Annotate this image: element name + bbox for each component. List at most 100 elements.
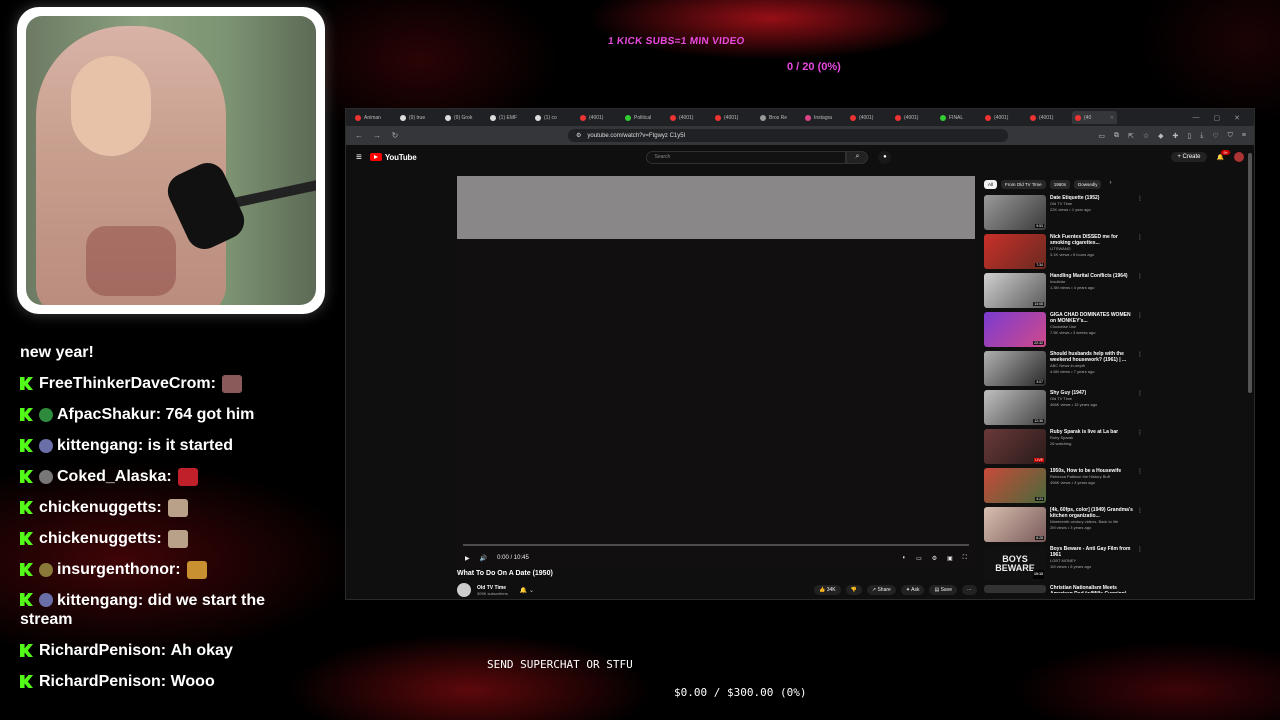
browser-tab[interactable]: (1) co [532,111,577,124]
video-thumbnail[interactable]: LIVE [984,429,1046,464]
sidebar-icon[interactable]: ▯ [1187,132,1191,140]
youtube-logo-icon[interactable] [369,153,382,161]
chip-from-channel[interactable]: From Old TV Time [1001,180,1046,189]
search-button[interactable]: ⌕ [846,150,869,164]
recommended-video[interactable]: 9:53 Date Etiquette (1952) Old TV Time 22K… [984,195,1144,234]
more-options-icon[interactable]: ⋮ [1137,429,1143,468]
miniplayer-icon[interactable]: ▣ [947,555,953,562]
ask-button[interactable]: ✦ Ask [900,585,925,595]
browser-tab[interactable]: (4001) [577,111,622,124]
recommended-video[interactable]: 7:34 Nick Fuentes DISSED me for smoking … [984,234,1144,273]
browser-tab[interactable]: (4001) [892,111,937,124]
save-button[interactable]: ▤ Save [929,585,957,595]
more-options-icon[interactable]: ⋮ [1137,351,1143,390]
maximize-icon[interactable]: ▢ [1214,114,1221,122]
subtitles-icon[interactable]: ▭ [916,555,922,562]
channel-avatar[interactable] [457,583,471,597]
subscription-bell-icon[interactable]: 🔔 ⌄ [520,587,534,594]
menu-icon[interactable]: ≡ [1242,132,1246,140]
browser-tab[interactable]: (4001) [982,111,1027,124]
more-options-icon[interactable]: ⋮ [1137,507,1143,546]
fullscreen-icon[interactable]: ⛶ [963,555,967,562]
more-options-icon[interactable]: ⋮ [1137,390,1143,429]
rec-title[interactable]: Nick Fuentes DISSED me for smoking cigar… [1050,234,1135,246]
voice-search-button[interactable]: ● [878,150,892,164]
reload-icon[interactable]: ↻ [390,131,400,140]
like-button[interactable]: 👍 34K [814,585,841,595]
forward-icon[interactable]: → [372,131,382,140]
create-button[interactable]: + Create [1171,152,1207,162]
recommended-video[interactable]: 22:32 GIGA CHAD DOMINATES WOMEN on MONKE… [984,312,1144,351]
browser-tab[interactable]: (9) true [397,111,442,124]
back-icon[interactable]: ← [354,131,364,140]
browser-tab[interactable]: (4001) [847,111,892,124]
close-window-icon[interactable]: ✕ [1234,114,1240,122]
more-options-icon[interactable]: ⋮ [1137,468,1143,507]
video-progress-bar[interactable] [463,544,969,546]
more-options-icon[interactable]: ⋮ [1137,546,1143,585]
video-thumbnail[interactable]: 4:24 [984,468,1046,503]
page-info-icon[interactable]: ⚙ [576,132,581,139]
video-thumbnail[interactable]: 6:28 [984,507,1046,542]
browser-tab[interactable]: (4001) [1027,111,1072,124]
browser-tab[interactable]: Instagra [802,111,847,124]
recommended-video[interactable]: BOYS BEWARE 10:13 Boys Beware - Anti Gay F… [984,546,1144,585]
recommended-video[interactable]: 12:36 Shy Guy (1947) Old TV Time 466K view… [984,390,1144,429]
browser-tab[interactable]: Bros Re [757,111,802,124]
page-scrollbar[interactable] [1248,153,1252,393]
recommended-video[interactable]: 4:24 1950s, How to be a Housewife Rebecca… [984,468,1144,507]
bookmark-icon[interactable]: ☆ [1143,132,1149,140]
settings-gear-icon[interactable]: ⚙ [932,555,937,562]
cast-icon[interactable]: ▭ [1098,132,1105,140]
browser-tab[interactable]: Political [622,111,667,124]
shield-icon[interactable]: ⛉ [1228,132,1233,140]
recommended-video[interactable]: Christian Nationalism Meets American Dad… [984,585,1144,593]
more-options-icon[interactable]: ⋮ [1137,234,1143,273]
extension-icon[interactable]: ◆ [1158,132,1163,140]
browser-tab[interactable]: (4001) [712,111,757,124]
rec-title[interactable]: [4k, 60fps, color] (1949) Grandma's kitc… [1050,507,1135,519]
chip-dowsedly[interactable]: Dowsedly [1073,180,1102,189]
browser-tab[interactable]: (9) Grok [442,111,487,124]
rec-title[interactable]: Should husbands help with the weekend ho… [1050,351,1135,363]
browser-tab-active[interactable]: (40 ✕ [1072,111,1117,124]
recommended-video[interactable]: 3:07 Should husbands help with the weeke… [984,351,1144,390]
volume-icon[interactable]: 🔊 [480,555,487,562]
chip-all[interactable]: All [984,180,998,189]
recommended-video[interactable]: 14:08 Handling Marital Conflicts (1964) I… [984,273,1144,312]
tab-close-icon[interactable]: ✕ [1110,115,1114,121]
recommended-video[interactable]: 6:28 [4k, 60fps, color] (1949) Grandma's… [984,507,1144,546]
chevron-right-icon[interactable]: › [1109,180,1111,189]
hamburger-menu-icon[interactable]: ≡ [356,152,362,163]
open-app-icon[interactable]: ⧉ [1114,132,1119,140]
channel-name[interactable]: Old TV Time [477,585,508,591]
browser-tab[interactable]: FINAL [937,111,982,124]
video-thumbnail[interactable]: 12:36 [984,390,1046,425]
video-thumbnail[interactable]: 9:53 [984,195,1046,230]
dislike-button[interactable]: 👎 [845,585,862,595]
video-thumbnail[interactable] [984,585,1046,593]
account-avatar[interactable] [1234,152,1244,162]
video-thumbnail[interactable]: 14:08 [984,273,1046,308]
rec-title[interactable]: Boys Beware - Anti Gay Film from 1961 [1050,546,1135,558]
video-thumbnail[interactable]: 22:32 [984,312,1046,347]
browser-tab[interactable]: (1) EMF [487,111,532,124]
video-thumbnail[interactable]: 7:34 [984,234,1046,269]
notifications-bell-icon[interactable]: 🔔 9+ [1217,149,1230,161]
play-icon[interactable]: ▶ [465,555,470,562]
downloads-icon[interactable]: ⤓ [1200,132,1203,140]
more-actions-icon[interactable]: ⋯ [962,585,977,595]
recommended-video[interactable]: LIVE Ruby Sparak is live at La bar Ruby S… [984,429,1144,468]
search-input[interactable]: Search [646,150,847,164]
chip-1950s[interactable]: 1950s [1049,180,1070,189]
autoplay-toggle-icon[interactable]: ◐ [902,555,906,562]
more-options-icon[interactable]: ⋮ [1137,195,1143,234]
video-player[interactable]: ▶ 🔊 0:00 / 10:45 ◐ ▭ ⚙ ▣ ⛶ [457,176,975,568]
more-options-icon[interactable]: ⋮ [1137,273,1143,312]
minimize-icon[interactable]: — [1193,114,1200,122]
share-button[interactable]: ↗ Share [866,585,896,595]
share-icon[interactable]: ⇱ [1128,132,1134,140]
extensions-puzzle-icon[interactable]: ✚ [1173,132,1179,140]
rec-title[interactable]: Christian Nationalism Meets American Dad… [1050,585,1135,593]
browser-tab[interactable]: (4001) [667,111,712,124]
